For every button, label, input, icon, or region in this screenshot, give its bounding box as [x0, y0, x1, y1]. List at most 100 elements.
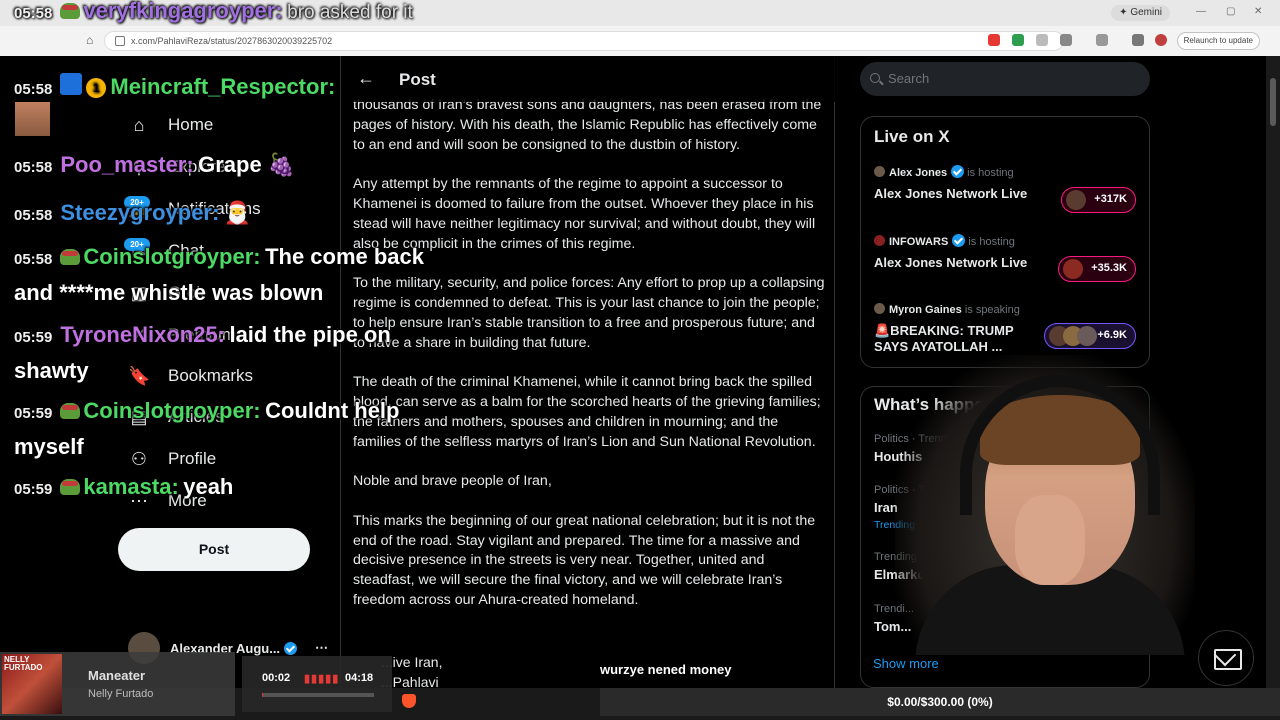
- search-icon: [870, 73, 880, 83]
- show-more-link[interactable]: Show more: [873, 656, 939, 671]
- avatar: [1063, 259, 1084, 279]
- chat-username: Poo_master:: [60, 152, 194, 177]
- sidepanel-icon[interactable]: [1096, 34, 1108, 46]
- live-title: Alex Jones Network Live: [874, 186, 1028, 201]
- chat-username: TyroneNixon25:: [60, 322, 225, 347]
- live-title: 🚨BREAKING: TRUMP SAYS AYATOLLAH ...: [874, 323, 1014, 354]
- song-artist: Nelly Furtado: [88, 688, 154, 700]
- chat-message: 05:58 Poo_master: Grape 🍇: [14, 148, 424, 184]
- address-bar[interactable]: x.com/PahlaviReza/status/202786302003922…: [104, 31, 1064, 51]
- post-button[interactable]: Post: [118, 528, 310, 571]
- live-item[interactable]: INFOWARS is hosting Alex Jones Network L…: [874, 234, 1136, 282]
- chat-message: 05:58 Steezygroyper: 🎅: [14, 196, 424, 232]
- album-art-text: NELLY FURTADO: [4, 655, 43, 672]
- brave-browser-icon[interactable]: [402, 694, 416, 708]
- chat-time: 05:58: [14, 207, 53, 224]
- song-progress-fill: [262, 693, 263, 697]
- host-status: is hosting: [967, 167, 1014, 179]
- host-name: INFOWARS: [889, 236, 949, 248]
- scrollbar-thumb[interactable]: [1270, 78, 1276, 126]
- sub-badge: 1: [86, 78, 107, 98]
- live-on-x-card: Live on X Alex Jones is hosting Alex Jon…: [860, 116, 1150, 368]
- listener-count-pill[interactable]: +35.3K: [1058, 256, 1136, 282]
- post-paragraph: To the military, security, and police fo…: [353, 275, 825, 351]
- avatar: [874, 166, 885, 177]
- page-scrollbar[interactable]: [1266, 56, 1280, 688]
- extension-icon[interactable]: [988, 34, 1000, 46]
- chat-message: 05:58 1 Meincraft_Respector:: [14, 70, 424, 106]
- minimize-icon[interactable]: —: [1196, 6, 1206, 17]
- song-progress-bar: [262, 693, 374, 697]
- more-icon[interactable]: ⋯: [315, 640, 328, 656]
- live-item[interactable]: Myron Gaines is speaking 🚨BREAKING: TRUM…: [874, 303, 1136, 355]
- chat-username: Meincraft_Respector:: [110, 74, 336, 99]
- chat-message: 05:58 Coinslotgroyper: The come back and …: [14, 240, 424, 312]
- search-input[interactable]: Search: [860, 62, 1150, 96]
- avatar: [874, 235, 885, 246]
- screen: ✦ Gemini — ▢ ✕ ⌂ x.com/PahlaviReza/statu…: [0, 0, 1280, 720]
- extension-icon[interactable]: [1012, 34, 1024, 46]
- live-item[interactable]: Alex Jones is hosting Alex Jones Network…: [874, 165, 1136, 213]
- chat-text: Grape 🍇: [198, 152, 296, 177]
- live-title: Alex Jones Network Live: [874, 255, 1028, 270]
- profile-avatar[interactable]: [1155, 34, 1167, 46]
- host-status: is speaking: [964, 304, 1020, 316]
- maximize-icon[interactable]: ▢: [1226, 6, 1235, 17]
- chat-username: veryfkingagroyper:: [83, 0, 283, 23]
- nav-label: Home: [168, 115, 214, 134]
- time-current: 00:02: [262, 672, 291, 684]
- url-text: x.com/PahlaviReza/status/202786302003922…: [131, 36, 333, 46]
- verified-icon: [951, 165, 965, 178]
- verified-icon: [284, 641, 298, 655]
- host-status: is hosting: [968, 236, 1015, 248]
- post-paragraph: This marks the beginning of our great na…: [353, 512, 816, 608]
- listener-count-pill[interactable]: +317K: [1061, 187, 1136, 213]
- messages-drawer-icon[interactable]: [1198, 630, 1254, 686]
- post-body: thousands of Iran’s bravest sons and dau…: [353, 96, 828, 631]
- chat-time: 05:58: [14, 5, 53, 22]
- donation-goal-bar: $0.00/$300.00 (0%): [600, 688, 1280, 716]
- chat-message: 05:58 veryfkingagroyper: bro asked for it: [14, 0, 424, 30]
- chat-text: bro asked for it: [287, 2, 413, 23]
- post-paragraph: Noble and brave people of Iran,: [353, 473, 552, 490]
- goal-text: $0.00/$300.00 (0%): [887, 695, 993, 709]
- listener-count-pill[interactable]: +6.9K: [1044, 323, 1136, 349]
- listener-count: +6.9K: [1097, 329, 1127, 341]
- badge-icon: [60, 73, 83, 95]
- home-browser-icon[interactable]: ⌂: [86, 33, 93, 47]
- chat-time: 05:59: [14, 405, 53, 422]
- emote-icon: [60, 403, 81, 419]
- emote-icon: [60, 479, 81, 495]
- chat-message: 05:59 TyroneNixon25: laid the pipe on sha…: [14, 318, 424, 390]
- chat-time: 05:58: [14, 81, 53, 98]
- chat-message: 05:59 kamasta: yeah: [14, 470, 424, 506]
- puzzle-icon[interactable]: [1060, 34, 1072, 46]
- extension-icon[interactable]: [1036, 34, 1048, 46]
- webcam-hand: [1015, 495, 1085, 585]
- caption-text: wurzye nened money: [600, 662, 732, 677]
- menu-icon[interactable]: [1132, 34, 1144, 46]
- emote-icon: [60, 3, 81, 19]
- chat-username: Steezygroyper:: [60, 200, 220, 225]
- verified-icon: [952, 234, 966, 247]
- song-title: Maneater: [88, 668, 146, 683]
- emote-icon: [15, 102, 50, 136]
- listener-count: +317K: [1094, 193, 1127, 205]
- gemini-label: Gemini: [1130, 7, 1162, 18]
- avatar: [1077, 326, 1098, 346]
- equalizer-icon: ▮▮▮▮▮: [304, 673, 340, 685]
- chat-message: 05:59 Coinslotgroyper: Couldnt help mysel…: [14, 394, 424, 466]
- chat-text: yeah: [183, 474, 234, 499]
- post-paragraph: Any attempt by the remnants of the regim…: [353, 176, 816, 252]
- nav-item-home[interactable]: ⌂ Home: [128, 114, 214, 136]
- relaunch-button[interactable]: Relaunch to update: [1176, 32, 1260, 50]
- post-paragraph: The death of the criminal Khamenei, whil…: [353, 374, 821, 450]
- site-info-icon[interactable]: [115, 36, 125, 46]
- gemini-button[interactable]: ✦ Gemini: [1111, 5, 1170, 21]
- time-total: 04:18: [345, 672, 374, 684]
- avatar: [1066, 190, 1087, 210]
- host-name: Alex Jones: [889, 167, 948, 179]
- close-icon[interactable]: ✕: [1254, 6, 1262, 17]
- chat-time: 05:58: [14, 159, 53, 176]
- host-name: Myron Gaines: [889, 304, 962, 316]
